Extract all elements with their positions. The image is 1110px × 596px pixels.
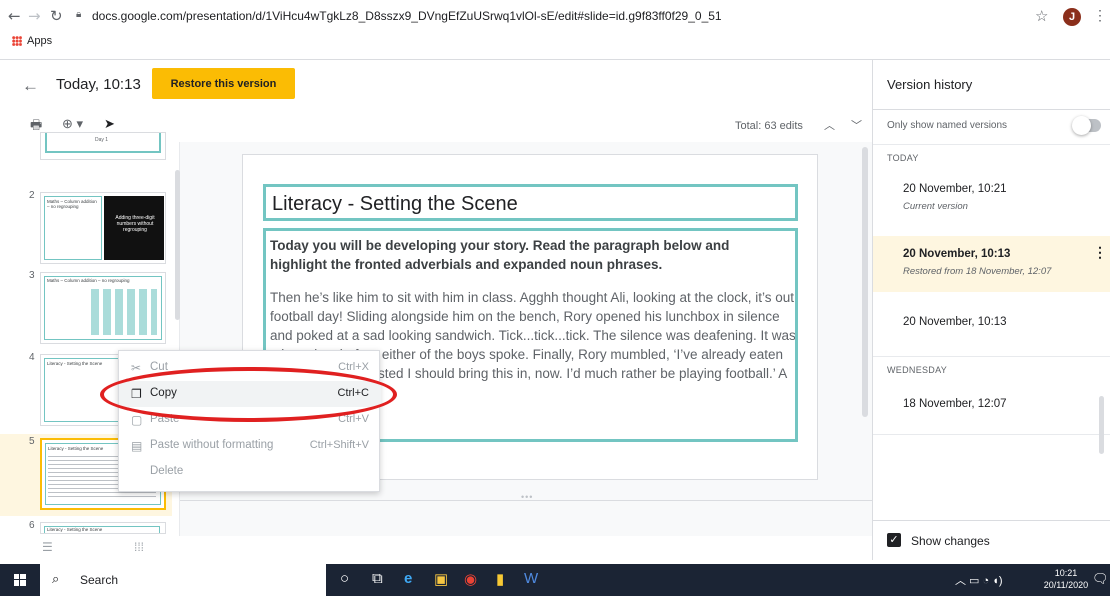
annotation-circle	[100, 367, 397, 422]
bookmarks-bar: Apps	[0, 32, 1110, 52]
version-entry-selected[interactable]: 20 November, 10:13 Restored from 18 Nove…	[873, 236, 1110, 292]
system-tray[interactable]: ︿ ▭ ◔ ◖)	[955, 572, 1003, 588]
menu-item-paste-without-formatting[interactable]: ▤ Paste without formatting Ctrl+Shift+V	[119, 433, 381, 459]
browser-menu-icon[interactable]: ⋮	[1093, 7, 1107, 24]
zoom-icon[interactable]: ⊕ ▾	[62, 116, 83, 132]
panel-scrollbar[interactable]	[1099, 396, 1104, 454]
notification-icon[interactable]: 🗨︎	[1092, 571, 1109, 587]
show-changes-label: Show changes	[911, 534, 990, 548]
paste-icon: ▢	[131, 413, 143, 427]
filmstrip-view-icon[interactable]: ☰	[42, 540, 53, 554]
slide-instruction: Today you will be developing your story.…	[270, 238, 730, 272]
browser-back-icon[interactable]: ←	[8, 7, 21, 25]
paste-plain-icon: ▤	[131, 439, 143, 453]
show-changes-checkbox[interactable]: ✓	[887, 533, 901, 547]
restore-version-button[interactable]: Restore this version	[152, 68, 295, 99]
version-entry[interactable]: 18 November, 12:07	[873, 382, 1110, 434]
section-wednesday: WEDNESDAY	[887, 365, 948, 375]
version-history-panel: Version history Only show named versions…	[872, 60, 1110, 560]
total-edits: Total: 63 edits	[735, 120, 803, 132]
profile-avatar[interactable]: J	[1063, 8, 1081, 26]
version-toolbar: ← Today, 10:13 Restore this version	[0, 64, 872, 106]
browser-chrome: ← → ↻ 🔒︎ docs.google.com/presentation/d/…	[0, 0, 1110, 60]
apps-bookmark[interactable]: Apps	[27, 35, 52, 47]
slide-number: 2	[29, 190, 35, 201]
next-edit-icon[interactable]: ﹀	[851, 117, 862, 133]
address-bar[interactable]: docs.google.com/presentation/d/1ViHcu4wT…	[92, 9, 722, 23]
select-cursor-icon[interactable]: ➤	[104, 116, 115, 132]
slide-thumbnail-3[interactable]: Maths – Column addition – no regrouping	[40, 272, 166, 344]
chrome-icon[interactable]: ◉	[464, 570, 477, 588]
named-versions-label: Only show named versions	[887, 120, 1008, 131]
slide-title: Literacy - Setting the Scene	[272, 193, 518, 215]
taskbar-clock[interactable]: 10:21 20/11/2020	[1043, 567, 1089, 591]
word-icon[interactable]: W	[524, 570, 538, 587]
edge-icon[interactable]: e	[404, 570, 412, 587]
toggle-knob[interactable]	[1072, 116, 1091, 135]
task-view-icon[interactable]: ⧉	[372, 570, 383, 587]
version-entry[interactable]: 20 November, 10:13	[873, 296, 1110, 352]
canvas-scrollbar[interactable]	[862, 147, 868, 417]
slide-thumbnail-6[interactable]: Literacy - Setting the Scene	[40, 522, 166, 534]
slide-number: 6	[29, 520, 35, 531]
store-icon[interactable]: ▣	[434, 570, 448, 588]
cortana-icon[interactable]: ○	[340, 570, 349, 587]
version-title: Today, 10:13	[56, 76, 141, 93]
grid-view-icon[interactable]: ⁞⁞⁞	[134, 540, 144, 554]
reload-icon[interactable]: ↻	[50, 7, 63, 25]
slide-thumbnail-1[interactable]: Day 1	[40, 132, 166, 160]
slide-number: 4	[29, 352, 35, 363]
lock-icon: 🔒︎	[76, 9, 82, 20]
view-toggle-bar: ☰ ⁞⁞⁞	[0, 536, 180, 560]
version-entry[interactable]: 20 November, 10:21 Current version	[873, 170, 1110, 228]
more-actions-icon[interactable]: ⋮	[1093, 244, 1107, 261]
browser-forward-icon[interactable]: →	[28, 7, 41, 25]
notes-drag-handle[interactable]: •••	[521, 492, 533, 502]
bookmark-star-icon[interactable]: ☆	[1035, 7, 1048, 25]
slide-title-box[interactable]: Literacy - Setting the Scene	[263, 184, 798, 221]
slide-number: 5	[29, 436, 35, 447]
scissors-icon: ✂	[131, 361, 142, 375]
panel-title: Version history	[887, 77, 973, 92]
back-arrow-icon[interactable]: ←	[22, 76, 39, 96]
windows-start-icon[interactable]	[14, 574, 26, 586]
menu-item-delete[interactable]: Delete	[119, 459, 381, 485]
slide-thumbnail-2[interactable]: Maths – Column addition – no regrouping …	[40, 192, 166, 264]
windows-taskbar: ⌕ Search ○ ⧉ e ▣ ◉ ▮ W ︿ ▭ ◔ ◖) 10:21 20…	[0, 564, 1110, 596]
section-today: TODAY	[887, 153, 919, 163]
search-icon: ⌕	[52, 571, 60, 586]
slide-number: 3	[29, 270, 35, 281]
taskbar-search[interactable]: ⌕ Search	[40, 564, 326, 596]
previous-edit-icon[interactable]: ︿	[824, 117, 835, 133]
address-row: ← → ↻ 🔒︎ docs.google.com/presentation/d/…	[0, 4, 1110, 30]
apps-grid-icon[interactable]	[12, 36, 22, 46]
file-explorer-icon[interactable]: ▮	[496, 570, 504, 588]
